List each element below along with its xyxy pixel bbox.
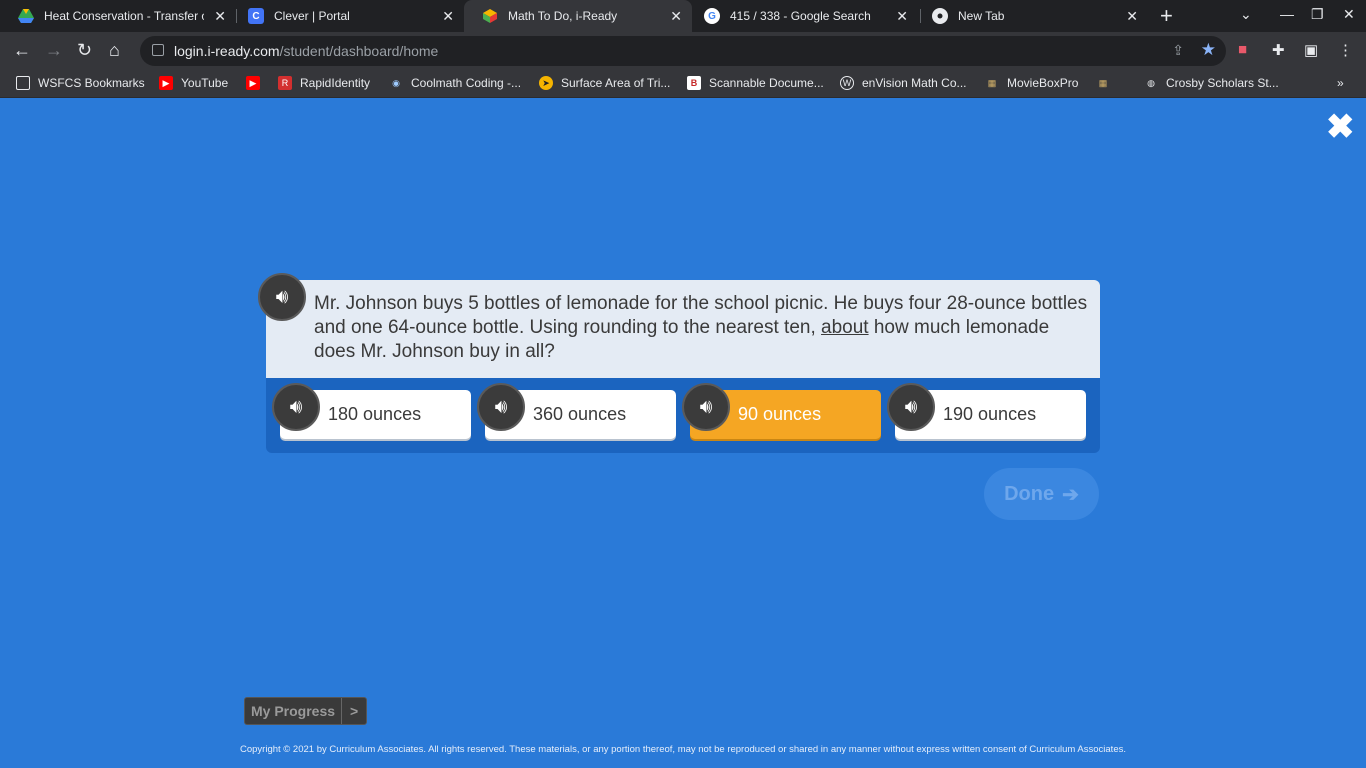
answer-choice-180[interactable]: 🔊︎ 180 ounces xyxy=(272,383,471,439)
tab-new-tab[interactable]: New Tab ✕ xyxy=(914,0,1148,32)
google-drive-icon xyxy=(18,8,34,24)
answer-label: 180 ounces xyxy=(328,404,422,424)
extension-icon[interactable]: ■ xyxy=(1238,41,1247,58)
folder-icon xyxy=(16,76,30,90)
answer-speaker-icon[interactable]: 🔊︎ xyxy=(887,383,935,431)
movie-icon: ▦ xyxy=(1098,77,1108,88)
answer-choice-90[interactable]: 🔊︎ 90 ounces xyxy=(682,383,881,439)
done-button[interactable]: Done ➔ xyxy=(984,468,1099,520)
reload-icon[interactable]: ↻ xyxy=(77,40,92,60)
close-tab-icon[interactable]: ✕ xyxy=(442,8,454,24)
bookmark-movieboxpro[interactable]: ▦ MovieBoxPro xyxy=(985,76,1079,90)
tab-search-chevron-icon[interactable]: ⌄ xyxy=(1240,6,1252,23)
tab-iready[interactable]: Math To Do, i-Ready ✕ xyxy=(464,0,692,32)
forward-arrow-icon[interactable]: → xyxy=(45,40,63,60)
browser-toolbar: ← → ↻ ⌂ login.i-ready.com/student/dashbo… xyxy=(0,32,1366,70)
bookmark-surface-area[interactable]: ➤ Surface Area of Tri... xyxy=(539,76,670,90)
chevron-right-icon: > xyxy=(350,703,359,719)
bookmark-movie-2[interactable]: ▦ xyxy=(1096,76,1118,90)
close-lesson-icon[interactable]: ✖ xyxy=(1326,110,1355,144)
answer-speaker-icon[interactable]: 🔊︎ xyxy=(272,383,320,431)
browser-tab-strip: Heat Conservation - Transfer of ✕ C Clev… xyxy=(0,0,1366,32)
bookmark-youtube[interactable]: ▶ YouTube xyxy=(159,76,228,90)
iready-icon xyxy=(482,8,498,24)
globe-icon: ◍ xyxy=(1147,77,1155,88)
arrow-right-icon: ➔ xyxy=(1062,483,1079,506)
url-host: login.i-ready.com xyxy=(174,43,280,59)
side-panel-icon[interactable]: ▣ xyxy=(1304,41,1318,59)
tab-google-search[interactable]: G 415 / 338 - Google Search ✕ xyxy=(686,0,918,32)
movie-icon: ▦ xyxy=(987,77,997,88)
bookmark-youtube-2[interactable]: ▶ xyxy=(246,76,268,90)
question-card: 🔊︎ Mr. Johnson buys 5 bottles of lemonad… xyxy=(258,273,1100,378)
bookmark-coolmath[interactable]: ◉ Coolmath Coding -... xyxy=(389,76,521,90)
close-tab-icon[interactable]: ✕ xyxy=(214,8,226,24)
tab-label: New Tab xyxy=(958,9,1005,23)
iready-lesson-page: ✖ 🔊︎ Mr. Johnson buys 5 bottles of lemon… xyxy=(0,99,1366,768)
bookmark-crosby[interactable]: ◍ Crosby Scholars St... xyxy=(1144,76,1279,90)
question-text: Mr. Johnson buys 5 bottles of lemonade f… xyxy=(314,293,1088,362)
rapididentity-icon: R xyxy=(278,76,292,90)
minimize-icon[interactable]: — xyxy=(1280,6,1294,22)
my-progress-label: My Progress xyxy=(245,698,343,724)
share-icon[interactable]: ⇪ xyxy=(1172,42,1184,59)
bookmark-star-icon[interactable]: ★ xyxy=(1201,40,1216,60)
coolmath-icon: ◉ xyxy=(392,77,400,88)
youtube-icon: ▶ xyxy=(246,76,260,90)
bookmark-rapididentity[interactable]: R RapidIdentity xyxy=(278,76,370,90)
answer-label: 360 ounces xyxy=(533,404,627,424)
answer-speaker-icon[interactable]: 🔊︎ xyxy=(682,383,730,431)
bookmark-wsfcs[interactable]: WSFCS Bookmarks xyxy=(16,76,145,90)
bookmark-scannable[interactable]: B Scannable Docume... xyxy=(687,76,824,90)
tab-label: 415 / 338 - Google Search xyxy=(730,9,871,23)
site-info-icon[interactable] xyxy=(152,44,164,56)
back-arrow-icon[interactable]: ← xyxy=(13,40,31,60)
new-tab-plus-icon[interactable]: + xyxy=(1160,4,1173,28)
answer-label: 190 ounces xyxy=(943,404,1037,424)
menu-kebab-icon[interactable]: ⋮ xyxy=(1338,41,1353,59)
home-icon[interactable]: ⌂ xyxy=(109,40,120,60)
answer-choice-360[interactable]: 🔊︎ 360 ounces xyxy=(477,383,676,439)
google-icon: G xyxy=(704,8,720,24)
youtube-icon: ▶ xyxy=(159,76,173,90)
clever-icon: C xyxy=(248,8,264,24)
url-path: /student/dashboard/home xyxy=(279,43,439,59)
close-tab-icon[interactable]: ✕ xyxy=(670,8,682,24)
tab-heat-conservation[interactable]: Heat Conservation - Transfer of ✕ xyxy=(0,0,236,32)
tab-label: Clever | Portal xyxy=(274,9,350,23)
window-close-icon[interactable]: ✕ xyxy=(1343,6,1355,23)
answer-choice-190[interactable]: 🔊︎ 190 ounces xyxy=(887,383,1086,439)
chrome-icon xyxy=(932,8,948,24)
restore-icon[interactable]: ❐ xyxy=(1311,6,1324,23)
extensions-puzzle-icon[interactable]: ✚ xyxy=(1272,41,1285,59)
tab-clever[interactable]: C Clever | Portal ✕ xyxy=(230,0,464,32)
copyright-notice: Copyright © 2021 by Curriculum Associate… xyxy=(240,744,1126,755)
underlined-word: about xyxy=(821,317,869,338)
address-bar[interactable]: login.i-ready.com/student/dashboard/home… xyxy=(140,36,1226,66)
tab-label: Heat Conservation - Transfer of xyxy=(44,9,204,23)
bookmark-icon: B xyxy=(687,76,701,90)
answer-speaker-icon[interactable]: 🔊︎ xyxy=(477,383,525,431)
tab-label: Math To Do, i-Ready xyxy=(508,9,618,23)
close-tab-icon[interactable]: ✕ xyxy=(1126,8,1138,24)
answer-choices: 🔊︎ 180 ounces 🔊︎ 360 ounces 🔊︎ 90 ounces… xyxy=(266,378,1100,453)
question-speaker-icon[interactable]: 🔊︎ xyxy=(258,273,306,321)
answer-label: 90 ounces xyxy=(738,404,822,424)
bookmark-icon: ➤ xyxy=(539,76,553,90)
done-label: Done xyxy=(1004,482,1055,505)
close-tab-icon[interactable]: ✕ xyxy=(896,8,908,24)
my-progress-button[interactable]: My Progress > xyxy=(244,697,368,725)
more-bookmarks-chevron-icon[interactable]: » xyxy=(1337,76,1344,90)
bookmarks-bar: WSFCS Bookmarks ▶ YouTube ▶ R RapidIdent… xyxy=(0,70,1366,98)
wordpress-icon: W xyxy=(840,76,854,90)
bookmark-envision[interactable]: W enVision Math Co... xyxy=(840,76,967,90)
